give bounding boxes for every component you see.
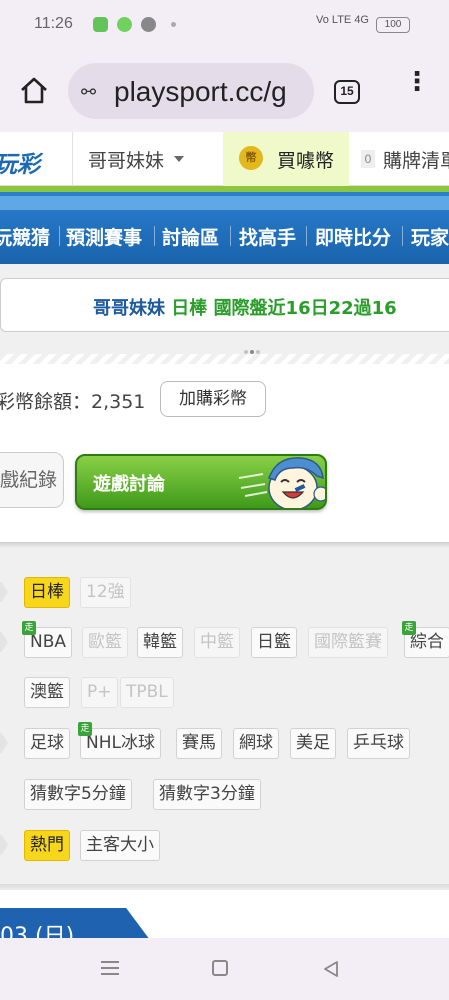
cart-count-badge: 0	[361, 150, 375, 168]
coin-balance: 彩幣餘額：2,351	[0, 391, 146, 413]
date-tab-area: 03 (日)	[0, 890, 449, 938]
sport-chip[interactable]: 日籃	[251, 627, 297, 658]
sport-chip[interactable]: 美足	[290, 728, 336, 759]
announcement-area: 哥哥妹妹 日棒 國際盤近16日22過16	[0, 264, 449, 364]
app-notification-icon	[93, 17, 108, 32]
sport-chip[interactable]: P+	[81, 677, 118, 708]
date-tab-label: 03 (日)	[0, 924, 75, 938]
divider	[402, 226, 403, 246]
status-bar: 11:26 Vo LTE 4G 100	[0, 0, 449, 50]
sport-chip[interactable]: 日棒	[24, 577, 70, 608]
game-discussion-label: 遊戲討論	[93, 474, 165, 495]
sport-chip[interactable]: 走 NHL冰球	[78, 722, 161, 759]
network-indicator: Vo LTE 4G	[316, 14, 369, 26]
divider	[59, 226, 60, 246]
category-marker	[0, 733, 8, 753]
announcement-record: 國際盤近16日22過16	[213, 298, 397, 319]
sport-chip[interactable]: 走 NBA	[22, 621, 73, 658]
divider	[72, 132, 73, 186]
sport-chip[interactable]: 澳籃	[24, 677, 70, 708]
sport-chip[interactable]: 賽馬	[176, 728, 222, 759]
browser-toolbar: ⚯ playsport.cc/g 15 ⋮	[0, 50, 449, 132]
user-name[interactable]: 哥哥妹妹	[88, 146, 164, 173]
nav-item-live-scores[interactable]: 即時比分	[315, 223, 391, 250]
walk-badge: 走	[78, 722, 92, 736]
nav-item-experts[interactable]: 找高手	[239, 223, 296, 250]
sport-chip[interactable]: 中籃	[194, 627, 240, 658]
sport-chip[interactable]: 走綜合	[402, 621, 449, 658]
cart-link[interactable]: 購牌清單	[383, 146, 449, 173]
sport-chip[interactable]: 12強	[80, 577, 131, 608]
buy-coins-label: 買噱幣	[277, 150, 335, 172]
chevron-down-icon[interactable]	[174, 156, 184, 162]
walk-badge: 走	[402, 621, 416, 635]
buy-more-coins-button[interactable]: 加購彩幣	[160, 381, 266, 417]
divider	[306, 226, 307, 246]
recent-apps-icon[interactable]	[101, 961, 119, 975]
tabs-button[interactable]: 15	[334, 80, 360, 104]
sport-chip[interactable]: 歐籃	[82, 627, 128, 658]
carousel-dots[interactable]	[244, 339, 266, 354]
sport-category-list: 日棒 12強 走 NBA 歐籃 韓籃 中籃 日籃 國際籃賽 走綜合 澳籃 P+ T…	[0, 548, 449, 888]
nav-item-forum[interactable]: 討論區	[162, 223, 219, 250]
mascot-icon	[238, 457, 325, 508]
browser-menu-icon[interactable]: ⋮	[404, 69, 430, 106]
battery-icon: 100	[376, 17, 410, 33]
system-navigation-bar	[0, 938, 449, 1000]
site-logo[interactable]: 玩彩	[0, 145, 40, 179]
url-text: playsport.cc/g	[114, 76, 287, 107]
category-marker	[0, 582, 8, 602]
main-nav: 玩競猜 預測賽事 討論區 找高手 即時比分 玩家	[0, 192, 449, 264]
home-button-icon[interactable]	[212, 960, 228, 976]
sport-chip[interactable]: 猜數字5分鐘	[24, 779, 132, 810]
site-header: 玩彩 哥哥妹妹 幣 買噱幣 0 購牌清單	[0, 132, 449, 186]
divider	[154, 226, 155, 246]
sport-chip[interactable]: 韓籃	[137, 627, 183, 658]
sport-chip[interactable]: 網球	[233, 728, 279, 759]
divider	[230, 226, 231, 246]
divider	[0, 354, 449, 364]
address-bar[interactable]: ⚯ playsport.cc/g	[68, 63, 314, 119]
home-icon[interactable]	[18, 75, 50, 107]
status-time: 11:26	[34, 15, 73, 32]
announcement-text: 哥哥妹妹 日棒 國際盤近16日22過16	[93, 294, 397, 320]
back-icon[interactable]	[322, 960, 340, 978]
category-marker	[0, 835, 8, 855]
announcement-sport: 日棒	[171, 298, 208, 319]
nav-item-players[interactable]: 玩家	[411, 223, 449, 250]
sport-chip[interactable]: 猜數字3分鐘	[153, 779, 261, 810]
account-panel: 彩幣餘額：2,351 加購彩幣 戲紀錄 遊戲討論	[0, 364, 449, 542]
game-record-button[interactable]: 戲紀錄	[0, 452, 64, 508]
sport-chip[interactable]: 乒乓球	[347, 728, 410, 759]
announcement-user: 哥哥妹妹	[93, 298, 165, 319]
sport-chip-label: NHL冰球	[86, 733, 155, 753]
walk-badge: 走	[22, 621, 36, 635]
coin-icon: 幣	[239, 146, 263, 170]
announcement-banner[interactable]: 哥哥妹妹 日棒 國際盤近16日22過16	[0, 278, 449, 332]
nav-item-guess[interactable]: 玩競猜	[0, 223, 50, 250]
nav-stripe	[0, 196, 449, 210]
buy-coins-button[interactable]: 幣 買噱幣	[223, 132, 349, 186]
nav-item-predict[interactable]: 預測賽事	[66, 223, 142, 250]
sport-chip[interactable]: 足球	[24, 728, 70, 759]
app-notification-icon	[117, 17, 132, 32]
sport-chip[interactable]: 主客大小	[80, 830, 160, 861]
game-discussion-button[interactable]: 遊戲討論	[75, 454, 327, 510]
sport-chip-label: NBA	[30, 632, 67, 652]
site-settings-icon[interactable]: ⚯	[81, 82, 96, 103]
category-marker	[0, 632, 8, 652]
sport-chip[interactable]: TPBL	[120, 677, 174, 708]
sport-chip-label: 綜合	[410, 632, 444, 652]
sport-chip[interactable]: 國際籃賽	[308, 627, 388, 658]
line-icon	[141, 17, 156, 32]
sport-chip[interactable]: 熱門	[24, 830, 70, 861]
more-notifications-icon	[171, 22, 176, 27]
